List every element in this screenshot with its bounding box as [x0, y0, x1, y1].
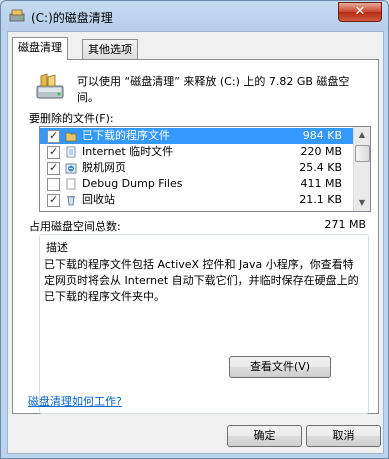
- checkbox[interactable]: [47, 160, 60, 176]
- checkbox[interactable]: [47, 178, 60, 191]
- drive-cleanup-icon: [36, 73, 64, 99]
- total-space-label: 占用磁盘空间总数:: [29, 220, 121, 233]
- total-space-value: 271 MB: [324, 218, 366, 231]
- tab-more-options[interactable]: 其他选项: [82, 39, 138, 60]
- description-text: 已下载的程序文件包括 ActiveX 控件和 Java 小程序，你查看特定网页时…: [44, 258, 359, 303]
- description-group: 描述 已下载的程序文件包括 ActiveX 控件和 Java 小程序，你查看特定…: [39, 234, 369, 414]
- recycle-bin-icon: [67, 196, 75, 206]
- intro-text: 可以使用 “磁盘清理” 来释放 (C:) 上的 7.82 GB 磁盘空间。: [77, 75, 350, 104]
- disk-cleanup-window: (C:)的磁盘清理 ✕ 磁盘清理 其他选项 可以使用 “磁盘清理” 来释放 (C…: [0, 0, 389, 459]
- file-size: 984 KB: [302, 129, 342, 142]
- dialog-body: 磁盘清理 其他选项 可以使用 “磁盘清理” 来释放 (C:) 上的 7.82 G…: [7, 31, 384, 454]
- list-item[interactable]: 已下载的程序文件 984 KB: [40, 128, 354, 144]
- disk-cleanup-icon: [9, 9, 25, 22]
- files-to-delete-label: 要删除的文件(F):: [29, 112, 114, 125]
- file-name: 回收站: [82, 193, 115, 206]
- description-title: 描述: [46, 241, 68, 254]
- files-list[interactable]: 已下载的程序文件 984 KB Internet 临时文件 220 MB 脱机网…: [39, 126, 371, 212]
- file-name: Debug Dump Files: [82, 177, 183, 190]
- view-files-button[interactable]: 查看文件(V): [229, 356, 331, 378]
- file-size: 220 MB: [300, 145, 342, 158]
- list-item[interactable]: Debug Dump Files 411 MB: [40, 176, 354, 192]
- vertical-scrollbar[interactable]: ▲ ▼: [353, 127, 370, 211]
- file-name: Internet 临时文件: [82, 145, 174, 158]
- checkbox[interactable]: [47, 128, 60, 144]
- list-item[interactable]: 回收站 21.1 KB: [40, 192, 354, 208]
- scroll-up-arrow-icon[interactable]: ▲: [354, 127, 370, 143]
- file-name: 脱机网页: [82, 161, 126, 174]
- folder-icon: [65, 132, 77, 142]
- help-link[interactable]: 磁盘清理如何工作?: [28, 393, 122, 409]
- ok-button[interactable]: 确定: [227, 425, 302, 447]
- file-size: 25.4 KB: [299, 161, 342, 174]
- list-item[interactable]: Internet 临时文件 220 MB: [40, 144, 354, 160]
- scroll-thumb[interactable]: [355, 145, 370, 162]
- file-name: 已下载的程序文件: [82, 129, 170, 142]
- file-size: 411 MB: [300, 177, 342, 190]
- cancel-button[interactable]: 取消: [306, 425, 381, 447]
- scroll-down-arrow-icon[interactable]: ▼: [354, 195, 370, 211]
- checkbox[interactable]: [47, 192, 60, 208]
- close-button[interactable]: ✕: [338, 2, 382, 22]
- document-icon: [66, 146, 76, 158]
- tab-panel: 可以使用 “磁盘清理” 来释放 (C:) 上的 7.82 GB 磁盘空间。 要删…: [12, 59, 379, 414]
- offline-page-icon: [65, 163, 77, 174]
- window-title: (C:)的磁盘清理: [31, 11, 113, 25]
- blank-file-icon: [66, 178, 76, 190]
- file-size: 21.1 KB: [299, 193, 342, 206]
- tab-disk-cleanup[interactable]: 磁盘清理: [12, 37, 68, 60]
- list-item[interactable]: 脱机网页 25.4 KB: [40, 160, 354, 176]
- title-bar[interactable]: (C:)的磁盘清理 ✕: [1, 1, 388, 31]
- checkbox[interactable]: [47, 144, 60, 160]
